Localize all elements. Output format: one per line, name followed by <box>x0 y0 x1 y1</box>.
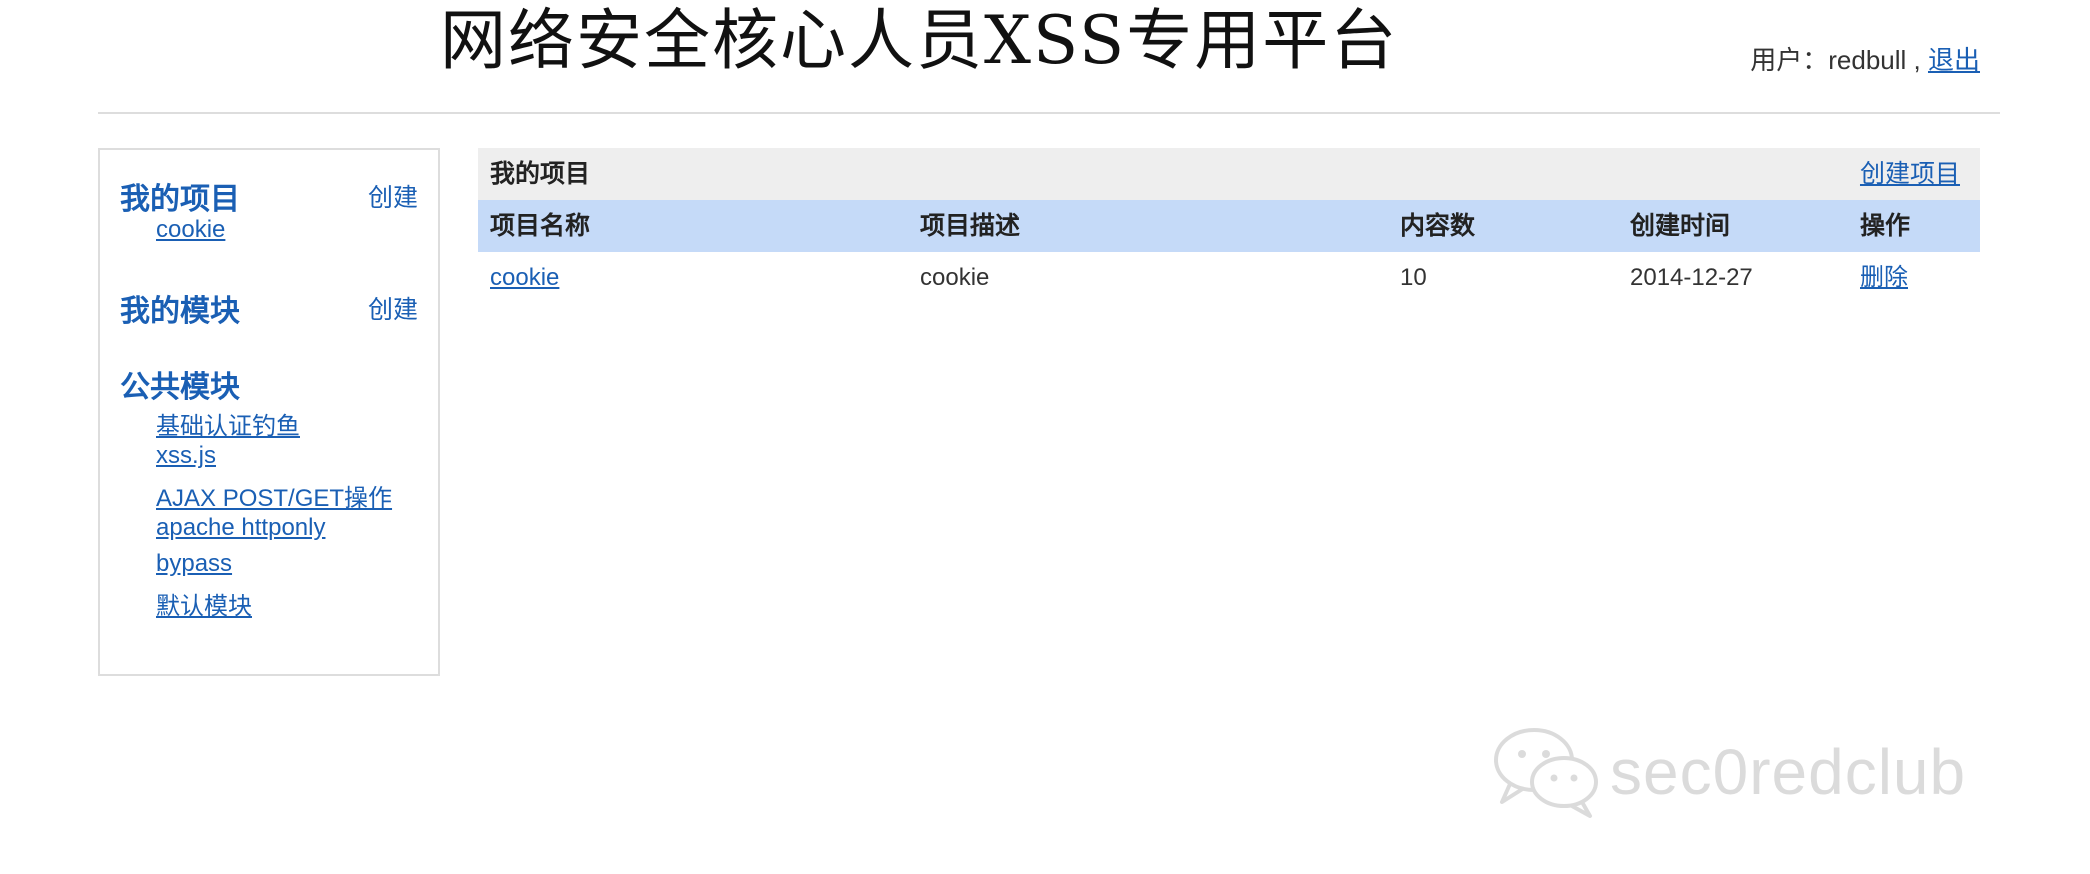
column-header: 项目名称 <box>490 211 591 240</box>
column-header: 创建时间 <box>1630 211 1731 240</box>
watermark-text: sec0redclub <box>1610 736 1967 808</box>
create-module-link[interactable]: 创建 <box>368 290 418 326</box>
panel-title: 我的项目 <box>490 159 591 188</box>
public-module-link[interactable]: xss.js <box>156 442 216 470</box>
column-header: 项目描述 <box>920 211 1021 240</box>
create-project-link[interactable]: 创建 <box>368 178 418 214</box>
project-link[interactable]: cookie <box>490 264 559 291</box>
content-count-cell: 10 <box>1400 264 1427 291</box>
action-cell: 删除 <box>1860 252 1908 304</box>
user-bar: 用户：redbull , 退出 <box>1750 40 1980 77</box>
table-row: cookie cookie 10 2014-12-27 删除 <box>478 252 1980 304</box>
public-module-link[interactable]: 默认模块 <box>156 586 252 621</box>
public-module-link[interactable]: apache httponly <box>156 514 325 542</box>
table-header: 项目名称 项目描述 内容数 创建时间 操作 <box>478 200 1980 252</box>
created-date-cell: 2014-12-27 <box>1630 264 1753 291</box>
public-module-link[interactable]: AJAX POST/GET操作 <box>156 478 392 513</box>
column-header: 内容数 <box>1400 211 1476 240</box>
my-modules-heading: 我的模块 <box>120 294 240 329</box>
project-description-cell: cookie <box>920 264 990 291</box>
header-divider <box>98 112 2000 114</box>
wechat-icon <box>1490 720 1602 824</box>
site-title: 网络安全核心人员XSS专用平台 <box>440 2 1399 79</box>
logout-link[interactable]: 退出 <box>1928 45 1980 75</box>
user-separator: , <box>1906 45 1928 75</box>
public-modules-heading: 公共模块 <box>120 370 240 405</box>
project-name-cell: cookie <box>490 252 559 304</box>
user-label: 用户： <box>1750 45 1829 75</box>
watermark: sec0redclub <box>1490 722 1966 822</box>
public-module-link[interactable]: bypass <box>156 550 232 578</box>
sidebar-project-cookie[interactable]: cookie <box>156 216 225 244</box>
public-module-link[interactable]: 基础认证钓鱼 <box>156 406 300 441</box>
username: redbull <box>1828 45 1907 75</box>
column-header: 操作 <box>1860 211 1911 240</box>
delete-project-link[interactable]: 删除 <box>1860 264 1908 291</box>
sidebar: 我的项目 创建 cookie 我的模块 创建 公共模块 基础认证钓鱼 xss.j… <box>98 148 440 676</box>
my-projects-heading: 我的项目 <box>120 182 240 217</box>
create-project-button[interactable]: 创建项目 <box>1860 148 1960 200</box>
projects-panel-header: 我的项目 创建项目 <box>478 148 1980 200</box>
